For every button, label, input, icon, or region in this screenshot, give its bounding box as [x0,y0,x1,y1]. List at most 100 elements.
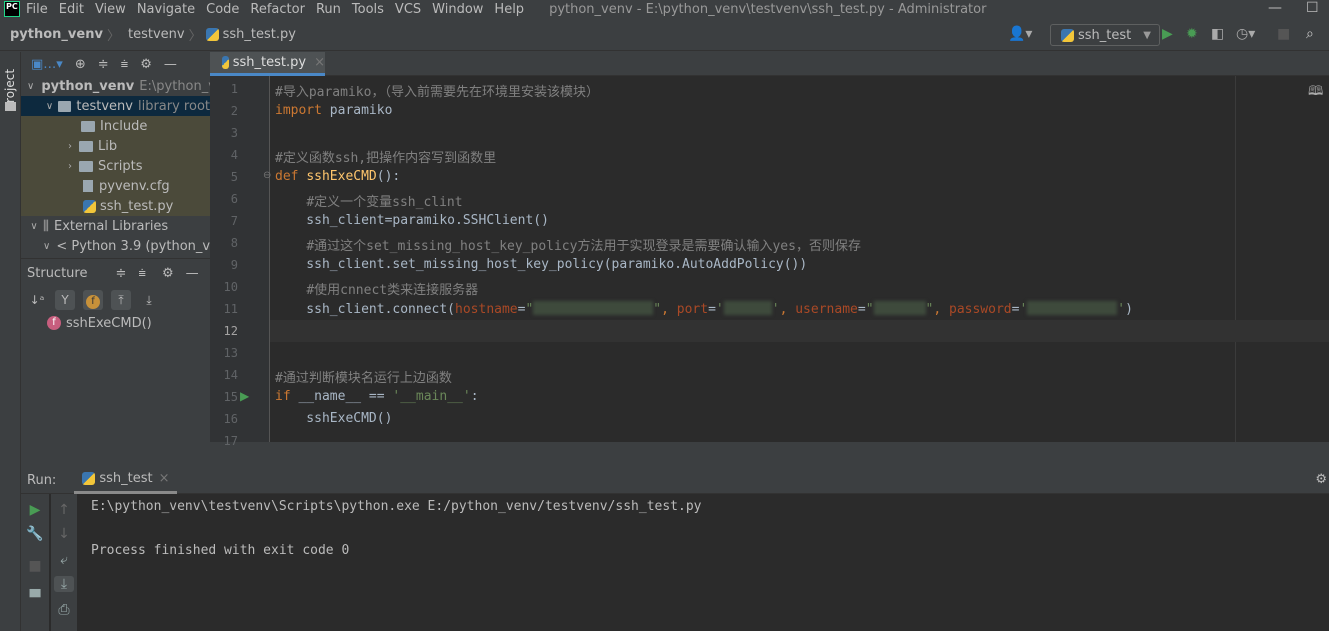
menu-view[interactable]: View [95,2,126,17]
scroll-to-end-icon[interactable]: ⤓ [54,576,74,592]
run-gutter-icon[interactable]: ▶ [240,389,249,403]
line-number: 1 [230,82,238,96]
autoscroll-from-source-icon[interactable]: ⤓ [139,290,159,310]
line-number: 3 [230,126,238,140]
line-number: 8 [230,236,238,250]
reader-mode-icon[interactable]: 🕮 [1308,82,1323,104]
code-line: #导入paramiko，（导入前需要先在环境里安装该模块） [275,85,599,100]
line-number: 2 [230,104,238,118]
menu-tools[interactable]: Tools [352,2,384,17]
config-file-icon [83,180,93,192]
breadcrumb-file[interactable]: ssh_test.py [223,27,296,42]
collapse-all-icon[interactable]: ⩧ [138,266,146,281]
locate-icon[interactable]: ⊕ [75,57,86,72]
menu-run[interactable]: Run [316,2,341,17]
tree-item-include[interactable]: Include [21,116,210,136]
tree-item-root[interactable]: ∨python_venvE:\python_venv [21,76,210,96]
breadcrumb-folder[interactable]: testvenv [128,27,185,42]
tree-item-testvenv[interactable]: ∨ testvenv library root [21,96,210,116]
line-number: 9 [230,258,238,272]
project-panel: ▣…▾ ⊕ ≑ ⩧ ⚙ — ∨python_venvE:\python_venv… [21,52,210,258]
tree-item-scripts[interactable]: › Scripts [21,156,210,176]
menu-window[interactable]: Window [432,2,483,17]
line-number: 13 [223,346,238,360]
stop-icon[interactable]: ■ [1277,26,1290,42]
minimize-button[interactable]: — [1268,0,1282,16]
debug-icon[interactable]: ✹ [1186,26,1198,42]
menu-file[interactable]: File [26,2,48,17]
redacted-value [1027,301,1118,315]
expand-all-icon[interactable]: ≑ [98,57,109,72]
maximize-button[interactable]: ☐ [1306,0,1319,16]
line-number: 17 [223,434,238,448]
close-icon[interactable]: × [314,55,325,70]
code-line: def sshExeCMD(): [275,169,401,184]
line-number: 14 [223,368,238,382]
hide-icon[interactable]: — [164,57,177,72]
search-icon[interactable]: ⌕ [1306,26,1314,42]
breadcrumb-project[interactable]: python_venv [10,27,103,42]
structure-item[interactable]: f sshExeCMD() [21,313,210,333]
pycharm-logo: PC [4,1,20,17]
line-number: 7 [230,214,238,228]
run-label: Run: [27,472,57,488]
menu-vcs[interactable]: VCS [395,2,421,17]
code-line: #定义一个变量ssh_clint [306,195,463,210]
hide-icon[interactable]: — [186,266,199,281]
python-file-icon [83,199,96,213]
tree-item-pyvenv-cfg[interactable]: pyvenv.cfg [21,176,210,196]
show-inherited-icon[interactable]: Y [55,290,75,310]
code-line: if __name__ == '__main__': [275,389,479,404]
stop-icon[interactable]: ■ [25,558,45,574]
gear-icon[interactable]: ⚙ [162,266,174,281]
function-icon: f [47,316,61,330]
autoscroll-to-source-icon[interactable]: ⤒ [111,290,131,310]
gear-icon[interactable]: ⚙ [1315,472,1327,487]
close-icon[interactable]: × [159,471,170,486]
code-editor[interactable]: ssh_test.py × 1 #导入paramiko，（导入前需要先在环境里安装该… [210,52,1329,448]
python-file-icon [222,56,229,69]
tree-item-python-sdk[interactable]: ∨< Python 3.9 (python_venv) [21,236,210,256]
line-number: 5 [230,170,238,184]
menu-refactor[interactable]: Refactor [250,2,305,17]
show-fields-icon[interactable]: f [83,290,103,310]
menu-code[interactable]: Code [206,2,239,17]
gear-icon[interactable]: ⚙ [140,57,152,72]
line-number: 12 [223,324,238,338]
redacted-value [873,301,926,315]
code-line: #使用cnnect类来连接服务器 [306,283,479,298]
tree-item-lib[interactable]: › Lib [21,136,210,156]
chevron-down-icon: ▼ [1143,29,1151,41]
sort-alpha-icon[interactable]: ↓ᵃ [27,290,47,310]
print-icon[interactable]: ⎙ [54,602,74,618]
code-line: #通过判断模块名运行上边函数 [275,371,452,386]
library-icon: ⫼ [43,218,49,234]
run-tab-ssh-test[interactable]: ssh_test × [74,467,178,494]
expand-all-icon[interactable]: ≑ [115,266,126,281]
wrench-icon[interactable]: 🔧 [25,526,45,542]
tab-ssh-test[interactable]: ssh_test.py × [210,52,325,76]
code-line: #通过这个set_missing_host_key_policy方法用于实现登录… [306,239,861,254]
view-select-icon[interactable]: ▣…▾ [31,57,63,72]
line-number: 4 [230,148,238,162]
layout-icon[interactable]: ▀ [25,590,45,606]
menu-help[interactable]: Help [494,2,524,17]
python-file-icon [205,28,219,41]
coverage-icon[interactable]: ◧ [1211,26,1224,42]
collapse-all-icon[interactable]: ⩧ [121,57,129,72]
run-icon[interactable]: ▶ [1162,26,1173,42]
tree-item-ssh-test[interactable]: ssh_test.py [21,196,210,216]
run-config-select[interactable]: ssh_test ▼ [1050,24,1160,46]
line-number: 15 [223,390,238,404]
profile-icon[interactable]: ◷▾ [1236,26,1255,42]
folder-icon [5,102,16,111]
tree-item-external-libraries[interactable]: ∨ ⫼ External Libraries [21,216,210,236]
up-arrow-icon[interactable]: ↑ [54,502,74,518]
down-arrow-icon[interactable]: ↓ [54,526,74,542]
rerun-icon[interactable]: ▶ [25,502,45,518]
user-icon[interactable]: 👤▾ [1008,26,1032,42]
fold-icon[interactable]: ⊖ [263,170,271,181]
soft-wrap-icon[interactable]: ⤶ [54,552,74,568]
menu-navigate[interactable]: Navigate [137,2,195,17]
menu-edit[interactable]: Edit [59,2,84,17]
